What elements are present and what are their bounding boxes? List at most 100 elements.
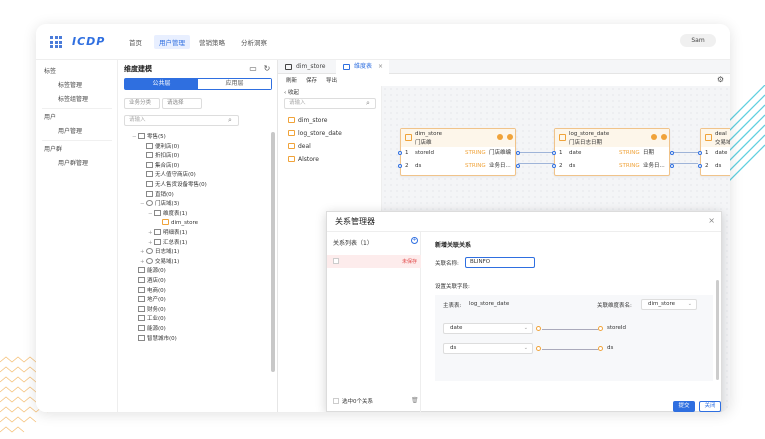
segment-public-layer[interactable]: 公共层	[125, 79, 198, 89]
tree-node[interactable]: − 维度表(1)	[148, 209, 187, 219]
nav-item-user-management[interactable]: 用户管理	[154, 35, 190, 49]
tab-dim-store[interactable]: dim_store	[278, 60, 332, 74]
select-all[interactable]: 选中0个关系	[333, 397, 373, 405]
mapping-port[interactable]	[536, 346, 541, 351]
tree-node[interactable]: 工业(0)	[132, 315, 166, 324]
main-field-select[interactable]: date ⌄	[443, 323, 533, 334]
close-icon[interactable]: ×	[378, 63, 383, 70]
sidebar-item-user-group-management[interactable]: 用户群管理	[58, 158, 88, 167]
dialog-scrollbar[interactable]	[716, 280, 719, 380]
relation-list-item[interactable]: 未保存	[327, 255, 421, 268]
relation-edge[interactable]	[670, 163, 698, 164]
relation-name-input[interactable]: BLINFO	[465, 257, 535, 268]
tree-node[interactable]: 直销(0)	[140, 190, 174, 200]
node-edit-icon[interactable]	[497, 134, 503, 140]
tab-dimension-table[interactable]: 维度表 ×	[336, 60, 390, 74]
sidebar-item-tag-group-management[interactable]: 标签组管理	[58, 94, 88, 103]
save-button[interactable]: 保存	[306, 76, 317, 84]
mapping-port[interactable]	[598, 326, 603, 331]
node-delete-icon[interactable]	[507, 134, 513, 140]
mapping-port[interactable]	[536, 326, 541, 331]
node-delete-icon[interactable]	[661, 134, 667, 140]
expand-toggle-icon[interactable]: +	[140, 258, 146, 267]
tree-node[interactable]: 无人售货设备零售(0)	[140, 181, 207, 190]
nav-item-home[interactable]: 首页	[124, 35, 147, 49]
tree-node[interactable]: 便利店(0)	[140, 142, 179, 152]
node-port[interactable]	[670, 164, 674, 168]
table-search-input[interactable]: 请输入	[284, 98, 376, 109]
category-value-select[interactable]: 请选择	[162, 98, 202, 109]
close-icon[interactable]: ×	[708, 216, 715, 225]
node-port[interactable]	[552, 164, 556, 168]
relation-edge[interactable]	[670, 152, 698, 153]
tree-node[interactable]: + 明细表(1)	[148, 229, 187, 238]
relation-edge[interactable]	[518, 163, 556, 164]
tree-node[interactable]: dim_store	[156, 219, 198, 228]
node-port[interactable]	[670, 151, 674, 155]
collapse-button[interactable]: ‹ 收起	[284, 88, 299, 96]
table-node-dim-store[interactable]: dim_store 门店维 1 storeId STRING 门店维编 2 ds	[398, 128, 520, 176]
tree-search-input[interactable]: 请输入	[124, 115, 239, 126]
sidebar-group-tags[interactable]: 标签	[44, 66, 56, 75]
node-port[interactable]	[516, 164, 520, 168]
node-edit-icon[interactable]	[651, 134, 657, 140]
nav-item-marketing[interactable]: 营销策略	[194, 35, 230, 49]
tree-node[interactable]: − 门店域(3)	[140, 200, 179, 209]
relation-edge[interactable]	[518, 152, 556, 153]
add-relation-icon[interactable]: +	[411, 237, 418, 244]
export-button[interactable]: 导出	[326, 76, 337, 84]
sidebar-item-user-management[interactable]: 用户管理	[58, 126, 82, 135]
new-folder-icon[interactable]: ▭	[248, 64, 258, 74]
table-item[interactable]: deal	[288, 143, 311, 150]
search-icon[interactable]: ⌕	[228, 116, 232, 125]
relation-checkbox[interactable]	[333, 258, 339, 264]
node-port[interactable]	[516, 151, 520, 155]
nav-item-analytics[interactable]: 分析洞察	[236, 35, 272, 49]
table-node-deal[interactable]: deal 交易域数据 1 date 2 ds	[698, 128, 730, 176]
submit-button[interactable]: 提交	[673, 401, 695, 412]
tree-node[interactable]: 能源(0)	[132, 325, 166, 334]
panel-scrollbar[interactable]	[271, 132, 275, 372]
node-port[interactable]	[698, 164, 702, 168]
settings-icon[interactable]: ⚙	[717, 75, 724, 84]
main-field-select[interactable]: ds ⌄	[443, 343, 533, 354]
sidebar-group-users[interactable]: 用户	[44, 112, 56, 121]
segment-app-layer[interactable]: 应用层	[198, 79, 271, 89]
table-item[interactable]: log_store_date	[288, 130, 342, 137]
tree-node[interactable]: + 交易域(1)	[140, 257, 179, 267]
tree-node[interactable]: 无人值守商店(0)	[140, 171, 196, 180]
tree-node[interactable]: 集合店(0)	[140, 161, 179, 171]
user-menu[interactable]: Sam	[680, 34, 716, 47]
node-port[interactable]	[698, 151, 702, 155]
node-port[interactable]	[398, 151, 402, 155]
tree-node[interactable]: 电商(0)	[132, 286, 166, 296]
tree-node[interactable]: 折扣店(0)	[140, 152, 179, 161]
sidebar-group-user-groups[interactable]: 用户群	[44, 144, 62, 153]
tree-node[interactable]: + 汇总表(1)	[148, 238, 187, 248]
tree-node[interactable]: 智慧城市(0)	[132, 334, 177, 344]
search-icon[interactable]: ⌕	[366, 99, 370, 108]
app-logo[interactable]: ICDP	[72, 35, 105, 48]
refresh-icon[interactable]: ↻	[262, 64, 272, 74]
refresh-button[interactable]: 刷新	[286, 76, 297, 84]
delete-icon[interactable]: 🗑	[411, 397, 419, 404]
table-item[interactable]: Alstore	[288, 156, 319, 163]
node-port[interactable]	[398, 164, 402, 168]
table-node-log-store-date[interactable]: log_store_date 门店日志日期 1 date STRING 日期 2…	[552, 128, 674, 176]
dim-table-select[interactable]: dim_store ⌄	[641, 299, 697, 310]
table-item[interactable]: dim_store	[288, 117, 328, 124]
box-icon	[146, 152, 153, 159]
tree-node[interactable]: 能源(0)	[132, 267, 166, 276]
sidebar-item-tag-management[interactable]: 标签管理	[58, 80, 82, 89]
tree-node[interactable]: − 零售(5)	[132, 133, 166, 142]
tree-node[interactable]: 地产(0)	[132, 296, 166, 305]
mapping-port[interactable]	[598, 346, 603, 351]
tree-node[interactable]: 财务(0)	[132, 305, 166, 315]
tree-node[interactable]: + 日志域(1)	[140, 248, 179, 257]
tree-node[interactable]: 酒店(0)	[132, 277, 166, 286]
close-button[interactable]: 关闭	[699, 401, 721, 412]
business-category-select[interactable]: 业务分类	[124, 98, 160, 109]
apps-grid-icon[interactable]	[50, 36, 62, 48]
select-all-checkbox[interactable]	[333, 398, 339, 404]
node-port[interactable]	[552, 151, 556, 155]
